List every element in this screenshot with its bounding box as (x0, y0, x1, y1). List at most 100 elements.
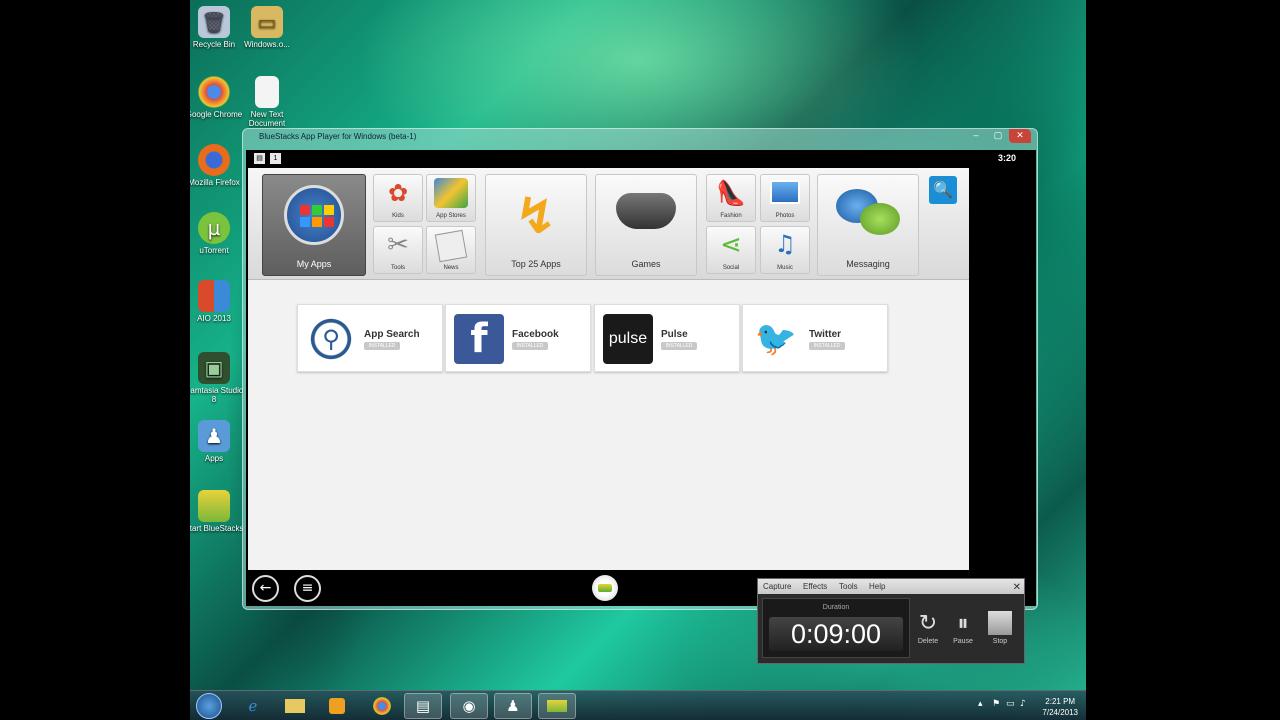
notification-icon[interactable]: 1 (270, 153, 281, 164)
aio-shortcut[interactable]: AIO 2013 (190, 280, 244, 323)
app-card-twitter[interactable]: 🐦 Twitter INSTALLED (742, 304, 888, 372)
menu-help[interactable]: Help (869, 582, 885, 591)
tile-my-apps[interactable]: My Apps (262, 174, 366, 276)
taskbar-clock[interactable]: 2:21 PM 7/24/2013 (1042, 696, 1078, 718)
menu-effects[interactable]: Effects (803, 582, 827, 591)
app-search-icon: ⚲ (306, 314, 356, 364)
recycle-bin-icon[interactable]: 🗑 Recycle Bin (190, 6, 244, 49)
my-apps-icon (284, 185, 344, 245)
start-bluestacks-shortcut[interactable]: Start BlueStacks (190, 490, 244, 533)
installed-badge: INSTALLED (661, 342, 697, 350)
music-icon: ♫ (774, 230, 796, 258)
tile-messaging[interactable]: Messaging (817, 174, 919, 276)
tile-social[interactable]: ⋖ Social (706, 226, 756, 274)
notification-icon[interactable]: ▤ (254, 153, 265, 164)
app-card-app-search[interactable]: ⚲ App Search INSTALLED (297, 304, 443, 372)
chrome-icon (198, 76, 230, 108)
delete-icon: ↻ (918, 610, 938, 636)
recording-timer: 0:09:00 (769, 617, 903, 651)
gamepad-icon (616, 193, 676, 229)
bluestacks-window: BlueStacks App Player for Windows (beta-… (242, 128, 1038, 610)
media-player-taskbar-icon[interactable] (318, 693, 356, 719)
recorder-close-button[interactable]: ✕ (1013, 582, 1021, 593)
recorder-menu-bar: Capture Effects Tools Help ✕ (758, 579, 1024, 594)
bluestacks-home-button[interactable] (592, 575, 618, 601)
chrome-shortcut[interactable]: Google Chrome (190, 76, 244, 119)
duration-panel: Duration 0:09:00 (762, 598, 910, 658)
tile-tools[interactable]: ✂ Tools (373, 226, 423, 274)
stop-icon (986, 610, 1014, 636)
minimize-button[interactable]: – (965, 129, 987, 143)
trash-icon: 🗑 (198, 6, 230, 38)
news-icon (434, 229, 468, 263)
window-taskbar-icon[interactable]: ▤ (404, 693, 442, 719)
system-tray: ▴ ⚑ ▭ ♪ 2:21 PM 7/24/2013 (972, 694, 1082, 718)
fashion-icon: 👠 (716, 179, 746, 207)
recorder-window: Capture Effects Tools Help ✕ Duration 0:… (757, 578, 1025, 664)
bluestacks-taskbar-icon[interactable] (538, 693, 576, 719)
status-clock: 3:20 (997, 153, 1016, 163)
kids-icon: ✿ (387, 179, 409, 207)
status-bar: ▤ 1 3:20 (246, 150, 1036, 168)
app-stores-icon (434, 178, 468, 208)
tile-games[interactable]: Games (595, 174, 697, 276)
delete-button[interactable]: ↻ Delete (914, 610, 942, 646)
installed-badge: INSTALLED (364, 342, 400, 350)
menu-tools[interactable]: Tools (839, 582, 858, 591)
tile-top-25-apps[interactable]: ↯ Top 25 Apps (485, 174, 587, 276)
camtasia-icon: ▣ (198, 352, 230, 384)
network-icon[interactable]: ▭ (1006, 699, 1015, 709)
camtasia-taskbar-icon[interactable]: ◉ (450, 693, 488, 719)
tools-icon: ✂ (387, 230, 409, 260)
aio-icon (198, 280, 230, 312)
android-screen: ▤ 1 3:20 My Apps ✿ Kids App Stores ✂ Too… (246, 150, 1036, 606)
ie-taskbar-icon[interactable]: ℯ (234, 693, 272, 719)
apps-shortcut[interactable]: ♟ Apps (190, 420, 244, 463)
bluestacks-icon (198, 490, 230, 522)
tile-kids[interactable]: ✿ Kids (373, 174, 423, 222)
folder-icon: ▭ (251, 6, 283, 38)
pause-button[interactable]: ⏸ Pause (949, 610, 977, 646)
desktop: 🗑 Recycle Bin ▭ Windows.o... Google Chro… (190, 0, 1086, 720)
category-tiles: My Apps ✿ Kids App Stores ✂ Tools News ↯… (248, 168, 969, 280)
tile-music[interactable]: ♫ Music (760, 226, 810, 274)
windows-folder-icon[interactable]: ▭ Windows.o... (237, 6, 297, 49)
window-title: BlueStacks App Player for Windows (beta-… (259, 132, 417, 141)
flag-icon[interactable]: ⚑ (992, 699, 1000, 709)
apps-taskbar-icon[interactable]: ♟ (494, 693, 532, 719)
maximize-button[interactable]: ▢ (987, 129, 1009, 143)
volume-icon[interactable]: ♪ (1020, 699, 1026, 709)
share-icon: ⋖ (720, 230, 742, 260)
utorrent-icon: µ (198, 212, 230, 244)
camtasia-shortcut[interactable]: ▣ Camtasia Studio 8 (190, 352, 244, 404)
top25-icon: ↯ (515, 187, 557, 245)
tile-app-stores[interactable]: App Stores (426, 174, 476, 222)
app-card-pulse[interactable]: pulse Pulse INSTALLED (594, 304, 740, 372)
tile-photos[interactable]: Photos (760, 174, 810, 222)
text-document-shortcut[interactable]: New Text Document (237, 76, 297, 128)
messaging-icon (836, 189, 900, 239)
chrome-taskbar-icon[interactable] (363, 693, 401, 719)
pulse-icon: pulse (603, 314, 653, 364)
firefox-shortcut[interactable]: Mozilla Firefox (190, 144, 244, 187)
document-icon (255, 76, 279, 108)
utorrent-shortcut[interactable]: µ uTorrent (190, 212, 244, 255)
close-button[interactable]: ✕ (1009, 129, 1031, 143)
stop-button[interactable]: Stop (986, 610, 1014, 645)
tray-expand-icon[interactable]: ▴ (978, 699, 983, 709)
installed-badge: INSTALLED (809, 342, 845, 350)
menu-capture[interactable]: Capture (763, 582, 791, 591)
app-card-facebook[interactable]: f Facebook INSTALLED (445, 304, 591, 372)
menu-button[interactable]: ≡ (294, 575, 321, 602)
tile-fashion[interactable]: 👠 Fashion (706, 174, 756, 222)
twitter-bird-icon: 🐦 (754, 319, 798, 359)
bluestacks-home: My Apps ✿ Kids App Stores ✂ Tools News ↯… (248, 168, 969, 570)
pause-icon: ⏸ (957, 610, 969, 636)
explorer-taskbar-icon[interactable] (276, 693, 314, 719)
start-button[interactable] (196, 693, 222, 719)
tile-news[interactable]: News (426, 226, 476, 274)
photos-icon (770, 180, 800, 204)
facebook-icon: f (454, 314, 504, 364)
back-button[interactable]: ← (252, 575, 279, 602)
search-button[interactable]: 🔍 (929, 176, 957, 204)
